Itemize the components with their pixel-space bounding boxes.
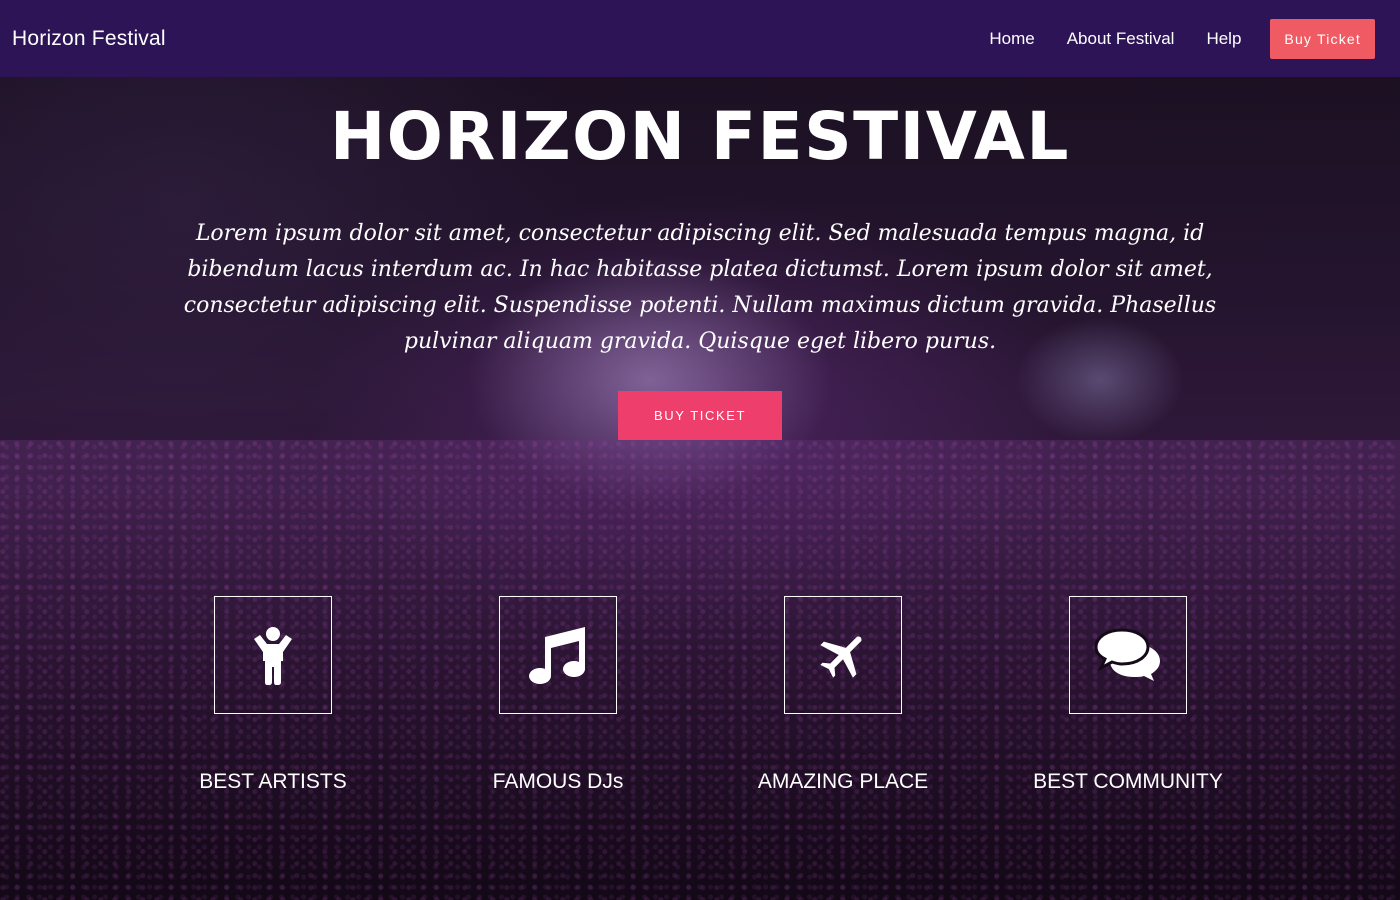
hero-title: HORIZON FESTIVAL [330, 98, 1070, 175]
feature-famous-djs: FAMOUS DJs [438, 596, 678, 794]
feature-best-artists: BEST ARTISTS [153, 596, 393, 794]
feature-best-community: BEST COMMUNITY [1008, 596, 1248, 794]
feature-label: BEST ARTISTS [199, 770, 347, 793]
feature-amazing-place: AMAZING PLACE [723, 596, 963, 794]
feature-label: BEST COMMUNITY [1033, 770, 1223, 793]
hero-description: Lorem ipsum dolor sit amet, consectetur … [183, 221, 1217, 354]
music-note-icon [529, 627, 585, 684]
feature-label: FAMOUS DJs [492, 770, 624, 793]
nav-link-home[interactable]: Home [989, 29, 1034, 49]
nav-link-help[interactable]: Help [1206, 29, 1241, 49]
feature-icon-box [1069, 596, 1187, 714]
navbar: Horizon Festival Home About Festival Hel… [0, 0, 1400, 77]
brand-logo[interactable]: Horizon Festival [12, 27, 166, 51]
nav-links: Home About Festival Help Buy Ticket [957, 18, 1375, 59]
feature-icon-box [214, 596, 332, 714]
feature-icon-box [499, 596, 617, 714]
hero-buy-ticket-button[interactable]: BUY TICKET [618, 391, 782, 440]
nav-link-about-festival[interactable]: About Festival [1067, 29, 1175, 49]
chat-bubbles-icon [1094, 628, 1160, 681]
plane-icon [820, 636, 862, 678]
child-icon [254, 627, 292, 685]
feature-icon-box [784, 596, 902, 714]
nav-buy-ticket-button[interactable]: Buy Ticket [1270, 18, 1375, 59]
feature-label: AMAZING PLACE [757, 770, 929, 793]
